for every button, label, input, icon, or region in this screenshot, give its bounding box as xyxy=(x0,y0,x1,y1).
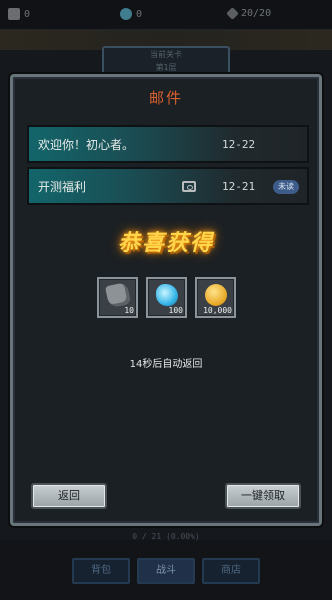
mail-subject: 欢迎你！初心者。 xyxy=(38,137,135,152)
stage-sub: 第1层 xyxy=(155,63,177,72)
stone-resource: 0 xyxy=(8,8,30,20)
energy-resource-value: 20/20 xyxy=(241,8,272,19)
reward-quantity: 10 xyxy=(124,306,134,315)
back-button[interactable]: 返回 xyxy=(31,483,107,509)
energy-resource-icon xyxy=(226,7,239,20)
mail-subject: 开测福利 xyxy=(38,179,87,194)
reward-quantity: 10,000 xyxy=(203,306,232,315)
crystal-resource-value: 0 xyxy=(136,8,143,20)
dialog-title: 邮件 xyxy=(148,89,183,107)
auto-return-countdown: 14秒后自动返回 xyxy=(129,359,203,370)
resource-bar: 0 0 20/20 xyxy=(0,0,332,30)
reward-item[interactable]: 10,000 xyxy=(195,277,236,318)
reward-list: 10 100 10,000 xyxy=(97,277,236,318)
reward-banner: 恭喜获得 xyxy=(117,231,214,256)
crystal-resource: 0 xyxy=(120,8,142,20)
floor-progress: 0 / 21 (0.00%) xyxy=(132,532,200,541)
tab-shop: 商店 xyxy=(202,558,260,584)
reward-item[interactable]: 10 xyxy=(97,277,138,318)
stone-resource-value: 0 xyxy=(24,8,31,20)
blue-crystal-icon xyxy=(156,284,178,306)
stone-resource-icon xyxy=(8,8,20,20)
claim-all-button[interactable]: 一键领取 xyxy=(225,483,301,509)
stone-icon xyxy=(104,281,132,309)
mail-date: 12-21 xyxy=(222,179,256,193)
attachment-icon xyxy=(182,181,196,192)
stage-box: 当前关卡 第1层 xyxy=(102,46,230,76)
unread-badge: 未读 xyxy=(273,180,299,194)
tab-battle: 战斗 xyxy=(137,558,195,584)
energy-resource: 20/20 xyxy=(226,7,272,20)
gold-coin-icon xyxy=(205,284,227,306)
mail-date: 12-22 xyxy=(222,137,256,151)
mail-item[interactable]: 开测福利 12-21 未读 xyxy=(27,167,309,205)
mail-dialog: 邮件 欢迎你！初心者。 12-22 开测福利 12-21 未读 恭喜获得 10 … xyxy=(10,74,322,526)
tab-bag: 背包 xyxy=(72,558,130,584)
reward-quantity: 100 xyxy=(168,306,183,315)
crystal-resource-icon xyxy=(120,8,132,20)
reward-item[interactable]: 100 xyxy=(146,277,187,318)
mail-item[interactable]: 欢迎你！初心者。 12-22 xyxy=(27,125,309,163)
stage-label: 当前关卡 xyxy=(150,50,182,59)
